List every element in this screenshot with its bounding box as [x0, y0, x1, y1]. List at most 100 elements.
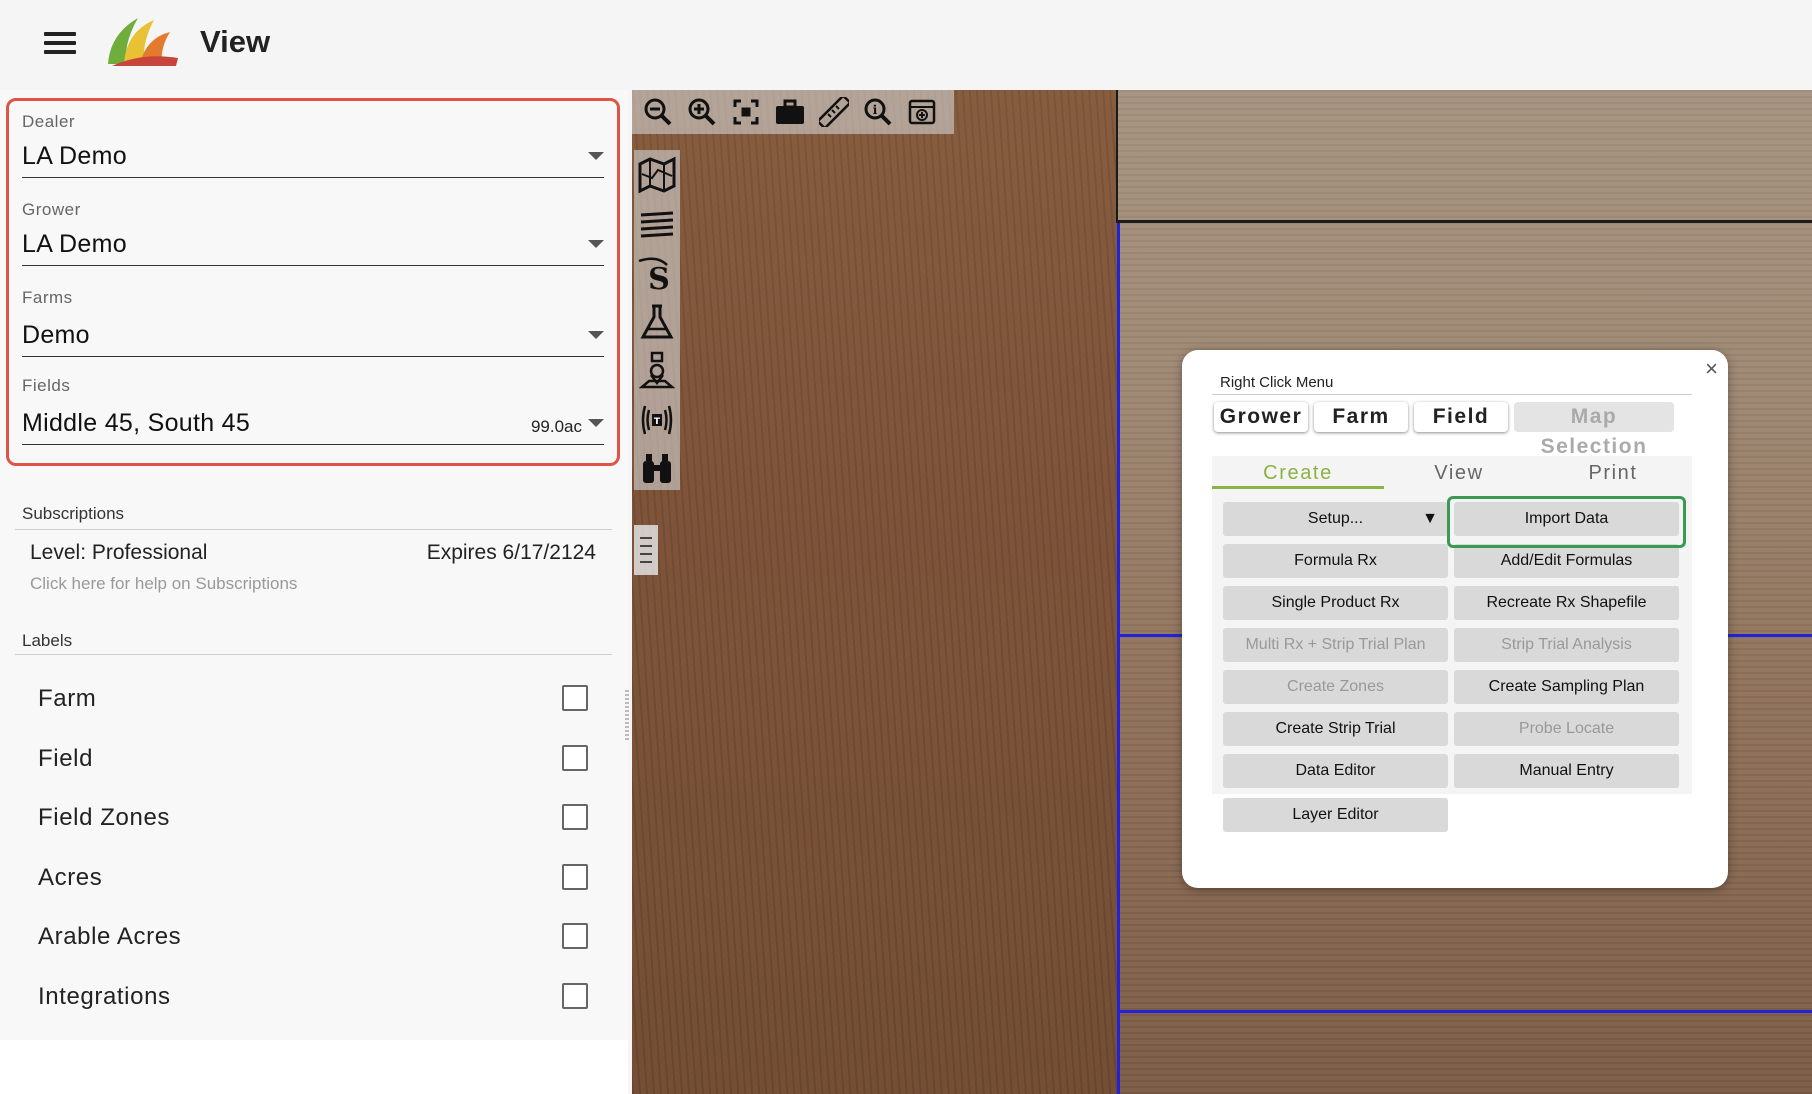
data-editor-button[interactable]: Data Editor	[1223, 754, 1448, 788]
selected-field-boundary	[1117, 1010, 1812, 1013]
label-text: Arable Acres	[38, 923, 182, 950]
chevron-down-icon	[588, 331, 604, 339]
seed-icon[interactable]: S	[634, 248, 680, 297]
layer-editor-button[interactable]: Layer Editor	[1223, 798, 1448, 832]
label-row-field: Field	[38, 739, 588, 779]
mode-tab-create[interactable]: Create	[1212, 462, 1384, 485]
panel-resize-handle[interactable]	[625, 690, 629, 740]
single-product-rx-button[interactable]: Single Product Rx	[1223, 586, 1448, 620]
field-boundary	[1116, 220, 1812, 223]
subscription-expires: Expires 6/17/2124	[426, 541, 596, 564]
app-header: View	[0, 0, 1812, 90]
action-panel: Create View Print Setup... ▼ Formula Rx …	[1212, 456, 1692, 794]
right-click-menu: × Right Click Menu Grower Farm Field Map…	[1182, 350, 1728, 888]
farms-dropdown[interactable]: Demo	[22, 321, 604, 357]
farm-label-checkbox[interactable]	[562, 685, 588, 711]
probe-locate-button[interactable]: Probe Locate	[1454, 712, 1679, 746]
active-tab-indicator	[1212, 486, 1384, 489]
field-boundary	[1116, 90, 1118, 222]
create-strip-trial-button[interactable]: Create Strip Trial	[1223, 712, 1448, 746]
divider	[15, 654, 612, 655]
formula-rx-button[interactable]: Formula Rx	[1223, 544, 1448, 578]
label-row-acres: Acres	[38, 858, 588, 898]
import-data-highlight	[1447, 496, 1686, 548]
caret-down-icon: ▼	[1422, 510, 1438, 527]
create-sampling-plan-button[interactable]: Create Sampling Plan	[1454, 670, 1679, 704]
subscription-help-link[interactable]: Click here for help on Subscriptions	[30, 574, 297, 594]
context-tab-grower[interactable]: Grower	[1214, 402, 1308, 432]
subscriptions-heading: Subscriptions	[22, 504, 125, 523]
setup-label: Setup...	[1307, 510, 1364, 527]
field-zones-label-checkbox[interactable]	[562, 804, 588, 830]
fields-acres: 99.0ac	[530, 417, 582, 436]
farms-label: Farms	[22, 288, 73, 307]
mode-tab-print[interactable]: Print	[1534, 462, 1692, 485]
add-edit-formulas-button[interactable]: Add/Edit Formulas	[1454, 544, 1679, 578]
create-zones-button[interactable]: Create Zones	[1223, 670, 1448, 704]
integrations-label-checkbox[interactable]	[562, 983, 588, 1009]
sensor-icon[interactable]: T	[634, 395, 680, 444]
dealer-select: Dealer LA Demo	[22, 112, 604, 178]
svg-text:i: i	[873, 103, 878, 117]
identify-icon[interactable]: i	[856, 90, 900, 134]
acres-label-checkbox[interactable]	[562, 864, 588, 890]
label-row-farm: Farm	[38, 679, 588, 719]
arable-acres-label-checkbox[interactable]	[562, 923, 588, 949]
zoom-in-icon[interactable]	[680, 90, 724, 134]
chevron-down-icon	[588, 419, 604, 427]
svg-text:S: S	[648, 262, 670, 293]
fit-extent-icon[interactable]	[724, 90, 768, 134]
briefcase-icon[interactable]	[768, 90, 812, 134]
chevron-down-icon	[588, 240, 604, 248]
left-panel-footer	[0, 1040, 628, 1094]
strip-trial-analysis-button[interactable]: Strip Trial Analysis	[1454, 628, 1679, 662]
context-tab-farm[interactable]: Farm	[1314, 402, 1408, 432]
dealer-dropdown[interactable]: LA Demo	[22, 142, 604, 178]
label-row-arable-acres: Arable Acres	[38, 917, 588, 957]
map-side-toolbar: S T	[634, 150, 680, 490]
hamburger-icon[interactable]	[38, 28, 82, 60]
soil-probe-icon[interactable]	[634, 346, 680, 395]
field-label-checkbox[interactable]	[562, 745, 588, 771]
layers-icon[interactable]	[634, 199, 680, 248]
grower-dropdown[interactable]: LA Demo	[22, 230, 604, 266]
farms-select: Farms Demo	[22, 288, 604, 357]
flask-icon[interactable]	[634, 297, 680, 346]
close-icon[interactable]: ×	[1705, 356, 1718, 382]
label-text: Field Zones	[38, 804, 170, 831]
binoculars-icon[interactable]	[634, 444, 680, 493]
label-row-integrations: Integrations	[38, 977, 588, 1017]
selected-field-boundary	[1117, 223, 1120, 1094]
ruler-icon[interactable]	[812, 90, 856, 134]
svg-text:T: T	[654, 417, 661, 427]
setup-dropdown[interactable]: Setup... ▼	[1223, 502, 1448, 536]
labels-heading: Labels	[22, 631, 73, 650]
farms-value: Demo	[22, 321, 90, 349]
grower-value: LA Demo	[22, 230, 127, 258]
screenshot-icon[interactable]	[900, 90, 944, 134]
grower-label: Grower	[22, 200, 81, 219]
subscription-level: Level: Professional	[30, 541, 208, 564]
zoom-out-icon[interactable]	[636, 90, 680, 134]
chevron-down-icon	[588, 152, 604, 160]
divider	[15, 529, 612, 530]
fields-dropdown[interactable]: Middle 45, South 45 99.0ac	[22, 409, 604, 445]
drawer-handle[interactable]	[634, 525, 658, 575]
context-tab-map-selection[interactable]: Map Selection	[1514, 402, 1674, 458]
label-text: Integrations	[38, 983, 171, 1010]
label-text: Farm	[38, 685, 97, 712]
multi-rx-strip-trial-plan-button[interactable]: Multi Rx + Strip Trial Plan	[1223, 628, 1448, 662]
grower-select: Grower LA Demo	[22, 200, 604, 266]
dealer-label: Dealer	[22, 112, 76, 131]
divider	[1212, 394, 1692, 395]
mode-tab-view[interactable]: View	[1384, 462, 1534, 485]
context-tab-field[interactable]: Field	[1414, 402, 1508, 432]
label-text: Field	[38, 745, 94, 772]
manual-entry-button[interactable]: Manual Entry	[1454, 754, 1679, 788]
recreate-rx-shapefile-button[interactable]: Recreate Rx Shapefile	[1454, 586, 1679, 620]
page-title: View	[200, 24, 271, 59]
popup-title: Right Click Menu	[1220, 374, 1334, 391]
app-logo	[108, 18, 178, 66]
map-toolbar: i	[632, 90, 954, 134]
map-icon[interactable]	[634, 150, 680, 199]
